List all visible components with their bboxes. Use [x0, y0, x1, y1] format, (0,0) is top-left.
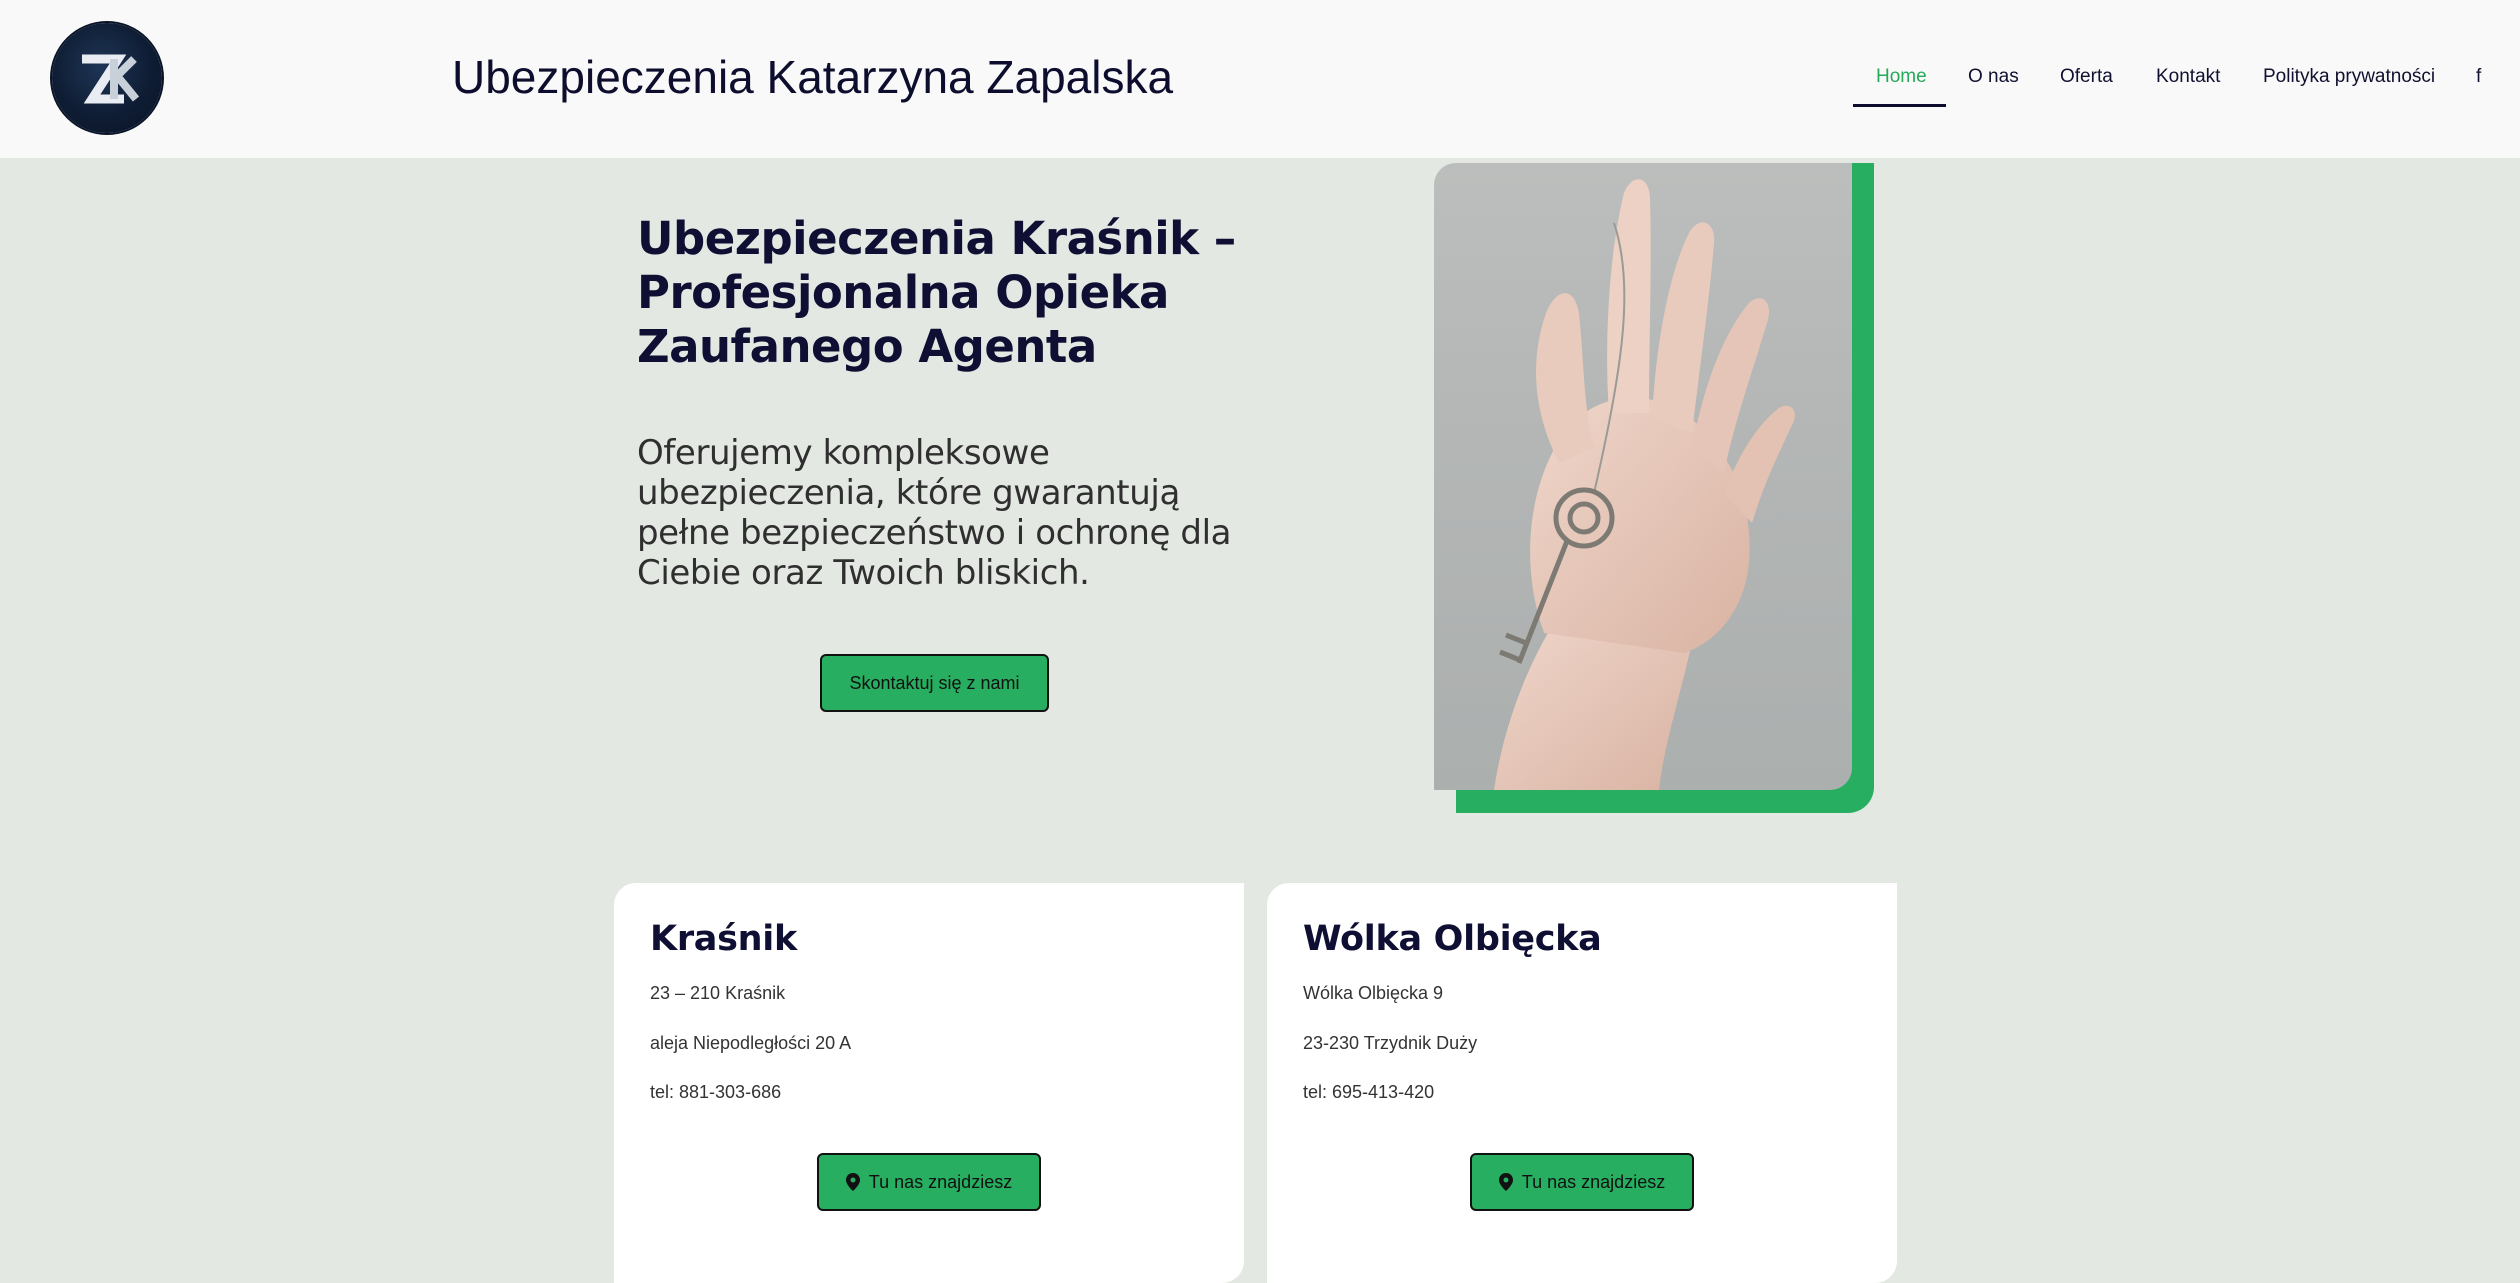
- location-postcode: 23 – 210 Kraśnik: [650, 983, 786, 1003]
- location-phone: tel: 695-413-420: [1303, 1082, 1435, 1102]
- location-card-wolka-olbiecka: Wólka Olbięcka Wólka Olbięcka 9 23-230 T…: [1267, 883, 1897, 1283]
- location-street: aleja Niepodległości 20 A: [650, 1033, 852, 1053]
- map-pin-icon: [845, 1173, 860, 1191]
- location-name: Wólka Olbięcka: [1303, 919, 1602, 959]
- find-us-label: Tu nas znajdziesz: [868, 1171, 1013, 1192]
- find-us-button[interactable]: Tu nas znajdziesz: [817, 1153, 1041, 1211]
- nav-o-nas[interactable]: O nas: [1968, 66, 2019, 88]
- nav-kontakt[interactable]: Kontakt: [2156, 66, 2220, 88]
- hero-subtitle: Oferujemy kompleksowe ubezpieczenia, któ…: [637, 433, 1232, 593]
- nav-polityka-prywatnosci[interactable]: Polityka prywatności: [2263, 66, 2435, 88]
- nav-oferta[interactable]: Oferta: [2060, 66, 2113, 88]
- find-us-label: Tu nas znajdziesz: [1521, 1171, 1666, 1192]
- location-phone: tel: 881-303-686: [650, 1082, 782, 1102]
- location-card-krasnik: Kraśnik 23 – 210 Kraśnik aleja Niepodleg…: [614, 883, 1244, 1283]
- location-address: Wólka Olbięcka 9: [1303, 983, 1444, 1003]
- location-name: Kraśnik: [650, 919, 797, 959]
- location-postcode: 23-230 Trzydnik Duży: [1303, 1033, 1478, 1053]
- contact-us-button[interactable]: Skontaktuj się z nami: [820, 654, 1049, 712]
- find-us-button[interactable]: Tu nas znajdziesz: [1470, 1153, 1694, 1211]
- facebook-icon[interactable]: f: [2476, 66, 2481, 88]
- hero-title: Ubezpieczenia Kraśnik – Profesjonalna Op…: [637, 212, 1236, 373]
- hand-holding-key-photo: [1434, 163, 1852, 790]
- map-pin-icon: [1498, 1173, 1513, 1191]
- main-nav: Home O nas Oferta Kontakt Polityka prywa…: [0, 0, 2520, 158]
- site-header: Ubezpieczenia Katarzyna Zapalska Home O …: [0, 0, 2520, 158]
- nav-active-underline: [1853, 104, 1946, 107]
- nav-home[interactable]: Home: [1876, 66, 1927, 88]
